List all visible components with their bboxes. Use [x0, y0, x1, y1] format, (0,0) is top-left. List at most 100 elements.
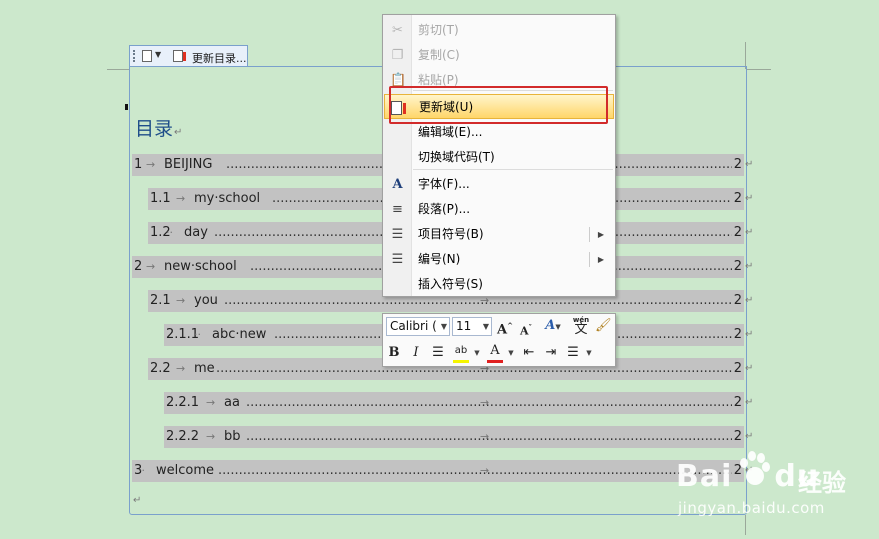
margin-guide-top-right	[747, 69, 771, 70]
grow-font-button[interactable]: A^	[497, 317, 513, 337]
document-options-icon[interactable]	[142, 50, 152, 62]
toc-entry[interactable]: 2.2.2 → bb................................…	[164, 426, 744, 448]
menu-item[interactable]: A 字体(F)...	[384, 172, 614, 197]
font-name-select[interactable]: Calibri ( ▼	[386, 317, 450, 336]
toc-entry-page: 2	[733, 225, 742, 240]
menu-item[interactable]: 插入符号(S)	[384, 272, 614, 297]
menu-item-label: 项目符号(B)	[418, 227, 484, 241]
paragraph-return-icon: ↵	[745, 329, 754, 340]
phonetic-guide-char: 文	[574, 322, 588, 337]
toc-entry-number: 2.2.1	[166, 395, 200, 410]
mini-toolbar: Calibri ( ▼ 11 ▼ A^ Aˇ A▼ wén 文 🖌 B I ☰ …	[382, 313, 616, 367]
toc-entry-page: 2	[733, 293, 742, 308]
paragraph-return-icon: ↵	[745, 431, 754, 442]
toc-tab-arrow-icon: →	[480, 430, 490, 443]
phonetic-guide-button[interactable]: wén 文	[571, 315, 591, 337]
chevron-down-icon[interactable]: ▼	[483, 318, 489, 335]
toc-tab-arrow-icon: →	[480, 464, 490, 477]
paragraph-return-icon: ↵	[745, 397, 754, 408]
chevron-right-icon[interactable]: ▶	[598, 247, 604, 272]
toc-entry-text: me	[194, 361, 215, 376]
toc-leader-dots: ........................................…	[218, 463, 732, 478]
toc-entry-page: 2	[733, 395, 742, 410]
paragraph-return-icon: ↵	[174, 127, 183, 138]
menu-item[interactable]: ❐ 复制(C)	[384, 43, 614, 68]
menu-item[interactable]: ✂ 剪切(T)	[384, 18, 614, 43]
toc-entry-number: 2.2	[150, 361, 171, 376]
toc-entry-text: bb	[224, 429, 241, 444]
toc-entry[interactable]: 2.2.1 → aa................................…	[164, 392, 744, 414]
paragraph-return-icon: ↵	[745, 363, 754, 374]
toc-tab-arrow-icon: →	[480, 396, 490, 409]
toc-entry-page: 2	[733, 259, 742, 274]
context-menu: ✂ 剪切(T) ❐ 复制(C) 📋 粘贴(P) 更新域(U) 编辑域(E)... 切换域代码(T…	[382, 14, 616, 297]
highlight-button[interactable]: ab	[451, 342, 471, 360]
numbering-icon: ☰	[391, 252, 404, 267]
paragraph-mark	[125, 104, 128, 110]
menu-item-label: 段落(P)...	[418, 202, 471, 216]
margin-guide-right	[745, 42, 746, 69]
font-color-button[interactable]: A	[487, 342, 503, 360]
grip-icon[interactable]	[133, 50, 137, 62]
menu-item[interactable]: 切换域代码(T)	[384, 145, 614, 170]
menu-item[interactable]: ☰ 编号(N) ▶	[384, 247, 614, 272]
font-color-icon: A	[490, 343, 500, 358]
toc-entry-number: 2	[134, 259, 143, 274]
toc-entry-text: my·school	[194, 191, 261, 206]
toc-entry[interactable]: 3 ·· welcome..............................…	[132, 460, 744, 482]
chevron-down-icon[interactable]: ▼	[585, 344, 593, 362]
styles-button[interactable]: A▼	[541, 317, 565, 335]
bold-button[interactable]: B	[387, 344, 401, 362]
increase-indent-button[interactable]: ⇥	[543, 344, 559, 362]
chevron-down-icon[interactable]: ▼	[555, 322, 560, 331]
paragraph-return-icon: ↵	[745, 159, 754, 170]
font-name-value: Calibri (	[390, 319, 437, 333]
decrease-indent-button[interactable]: ⇤	[521, 344, 537, 362]
menu-item[interactable]: ≡ 段落(P)...	[384, 197, 614, 222]
font-size-select[interactable]: 11 ▼	[452, 317, 492, 336]
font-icon: A	[392, 177, 403, 192]
paragraph-return-icon: ↵	[133, 495, 142, 506]
chevron-down-icon[interactable]: ▼	[441, 318, 447, 335]
paragraph-return-icon: ↵	[745, 193, 754, 204]
toc-field-toolbar[interactable]: ▼ 更新目录...	[129, 45, 248, 66]
toc-entry-text: you	[194, 293, 218, 308]
paragraph-return-icon: ↵	[745, 261, 754, 272]
toc-tab-arrow-icon: →	[176, 294, 186, 307]
toc-entry-text: abc·new	[212, 327, 267, 342]
toc-tab-arrow-icon: →	[176, 192, 186, 205]
toc-entry-page: 2	[733, 191, 742, 206]
toc-entry-number: 1	[134, 157, 143, 172]
italic-button[interactable]: I	[409, 344, 423, 362]
chevron-down-icon[interactable]: ▼	[507, 344, 515, 362]
baidu-logo-part1: Bai	[676, 459, 733, 494]
menu-item[interactable]: ☰ 项目符号(B) ▶	[384, 222, 614, 247]
toc-title-text: 目录	[135, 118, 174, 140]
highlight-color-bar	[453, 360, 469, 363]
toc-entry-page: 2	[733, 361, 742, 376]
chevron-down-icon[interactable]: ▼	[473, 344, 481, 362]
annotation-highlight-box	[389, 86, 608, 124]
shrink-font-button[interactable]: Aˇ	[519, 319, 533, 338]
bullets-button[interactable]: ☰	[565, 344, 581, 362]
toc-tab-arrow-icon: ··	[166, 226, 173, 239]
toc-entry-page: 2	[733, 429, 742, 444]
toc-entry-text: welcome	[156, 463, 215, 478]
menu-item-label: 切换域代码(T)	[418, 150, 495, 164]
copy-icon: ❐	[391, 48, 404, 63]
styles-icon: A	[545, 318, 556, 333]
update-toc-button[interactable]: 更新目录...	[192, 50, 247, 66]
chevron-right-icon[interactable]: ▶	[598, 222, 604, 247]
toc-entry-text: aa	[224, 395, 240, 410]
toc-tab-arrow-icon: →	[146, 158, 156, 171]
chevron-down-icon[interactable]: ▼	[155, 50, 161, 59]
margin-guide-top-left	[107, 69, 129, 70]
toc-entry-number: 2.2.2	[166, 429, 200, 444]
jingyan-url: jingyan.baidu.com	[678, 499, 825, 517]
update-toc-icon[interactable]	[173, 50, 186, 62]
toc-entry-text: new·school	[164, 259, 237, 274]
toc-tab-arrow-icon: ··	[138, 464, 145, 477]
format-painter-button[interactable]: 🖌	[595, 317, 612, 335]
center-align-button[interactable]: ☰	[430, 344, 446, 362]
toc-title: 目录↵	[135, 114, 182, 141]
